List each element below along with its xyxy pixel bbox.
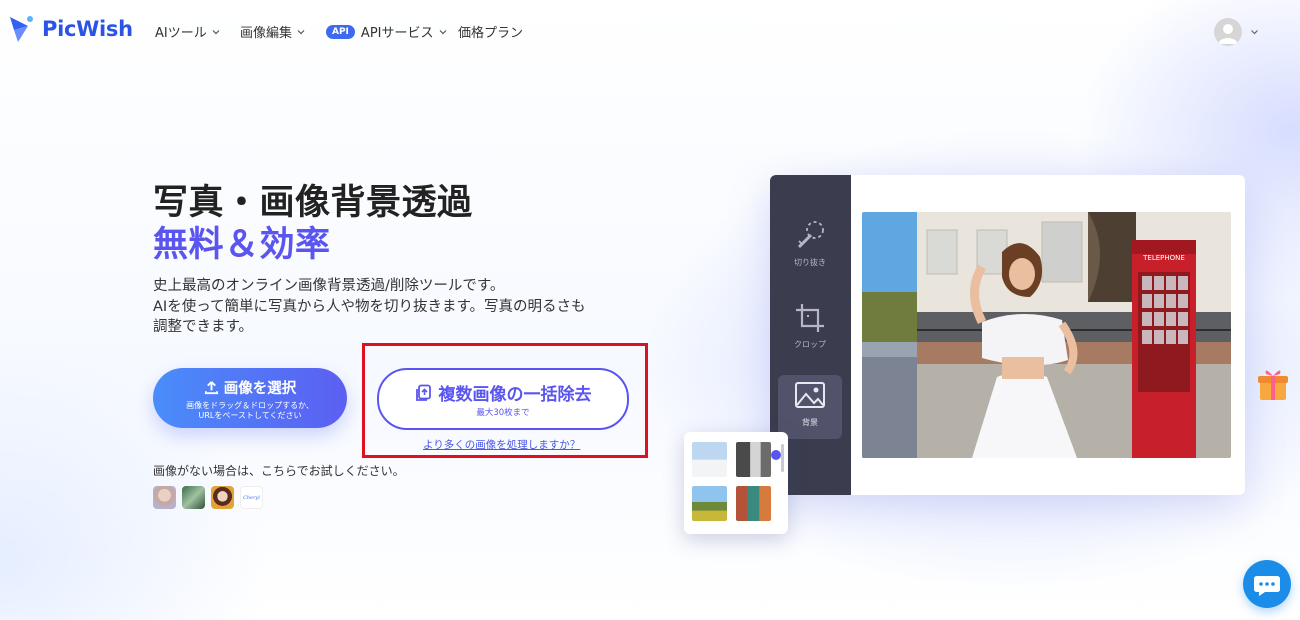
image-icon xyxy=(795,382,825,408)
description-line: 史上最高のオンライン画像背景透過/削除ツールです。 xyxy=(153,278,505,294)
tool-cutout[interactable]: 切り抜き xyxy=(778,215,842,279)
sample-thumb-woman[interactable] xyxy=(153,486,176,509)
api-badge: API xyxy=(326,24,355,39)
nav-ai-tools-label: AIツール xyxy=(155,26,207,41)
bg-option-kitchen[interactable] xyxy=(736,442,771,477)
preview-photo: TELEPHONE xyxy=(862,212,1231,458)
hero-subtitle: 無料＆効率 xyxy=(153,225,331,265)
nav-ai-tools[interactable]: AIツール xyxy=(155,22,221,41)
nav-pricing-label: 価格プラン xyxy=(458,26,524,41)
user-avatar[interactable] xyxy=(1214,18,1242,46)
chevron-down-icon xyxy=(439,29,446,34)
tool-cutout-label: 切り抜き xyxy=(794,258,826,267)
trial-text: 画像がない場合は、こちらでお試しください。 xyxy=(153,464,405,478)
brand-name: PicWish xyxy=(42,17,133,41)
crop-icon xyxy=(796,304,824,332)
highlight-box xyxy=(362,343,648,458)
street-photo: TELEPHONE xyxy=(862,212,1231,458)
bg-option-living-room[interactable] xyxy=(692,442,727,477)
upload-button-label: 画像を選択 xyxy=(223,381,297,397)
selected-indicator-dot xyxy=(771,450,781,460)
brand-logo[interactable]: PicWish xyxy=(8,14,133,44)
phone-booth-sign: TELEPHONE xyxy=(1142,254,1185,262)
tool-crop-label: クロップ xyxy=(794,340,826,349)
description-line: AIを使って簡単に写真から人や物を切り抜きます。写真の明るさも xyxy=(153,298,586,315)
hero-description: 史上最高のオンライン画像背景透過/削除ツールです。 AIを使って簡単に写真から人… xyxy=(153,276,623,338)
bg-option-field[interactable] xyxy=(692,486,727,521)
user-icon xyxy=(1218,24,1238,44)
account-chevron-down-icon[interactable] xyxy=(1249,27,1260,37)
sample-thumb-product[interactable]: Cheryl xyxy=(240,486,263,509)
upload-hint-line: 画像をドラッグ＆ドロップするか、 xyxy=(186,401,314,410)
upload-image-button[interactable]: 画像を選択 画像をドラッグ＆ドロップするか、 URLをペーストしてください xyxy=(153,368,347,428)
tool-crop[interactable]: クロップ xyxy=(778,297,842,361)
nav-api-service-label: APIサービス xyxy=(360,26,434,41)
upload-hint-line: URLをペーストしてください xyxy=(198,411,302,420)
nav-pricing[interactable]: 価格プラン xyxy=(458,22,523,41)
sample-thumb-couple[interactable] xyxy=(182,486,205,509)
chat-button[interactable] xyxy=(1243,560,1291,608)
picwish-logo-icon xyxy=(10,16,33,42)
nav-image-edit[interactable]: 画像編集 xyxy=(240,22,306,41)
bg-option-street[interactable] xyxy=(736,486,771,521)
upload-icon xyxy=(204,381,218,395)
nav-image-edit-label: 画像編集 xyxy=(240,26,293,41)
description-line: 調整できます。 xyxy=(153,319,254,335)
upload-hint: 画像をドラッグ＆ドロップするか、 URLをペーストしてください xyxy=(153,401,347,421)
tool-background[interactable]: 背景 xyxy=(778,375,842,439)
scrollbar[interactable] xyxy=(781,444,784,472)
chevron-down-icon xyxy=(212,29,220,34)
gift-icon[interactable] xyxy=(1256,366,1290,402)
chat-icon xyxy=(1254,576,1280,596)
tool-background-label: 背景 xyxy=(802,418,818,427)
cutout-icon xyxy=(797,221,824,249)
image-picker-card xyxy=(684,432,788,534)
chevron-down-icon xyxy=(297,29,305,34)
editor-preview: 切り抜き クロップ 背景 TELEPHONE xyxy=(770,175,1245,495)
sample-thumbnails: Cheryl xyxy=(153,486,263,509)
sample-thumb-person[interactable] xyxy=(211,486,234,509)
nav-api-service[interactable]: API APIサービス xyxy=(326,22,448,41)
sample-product-text: Cheryl xyxy=(243,494,260,501)
